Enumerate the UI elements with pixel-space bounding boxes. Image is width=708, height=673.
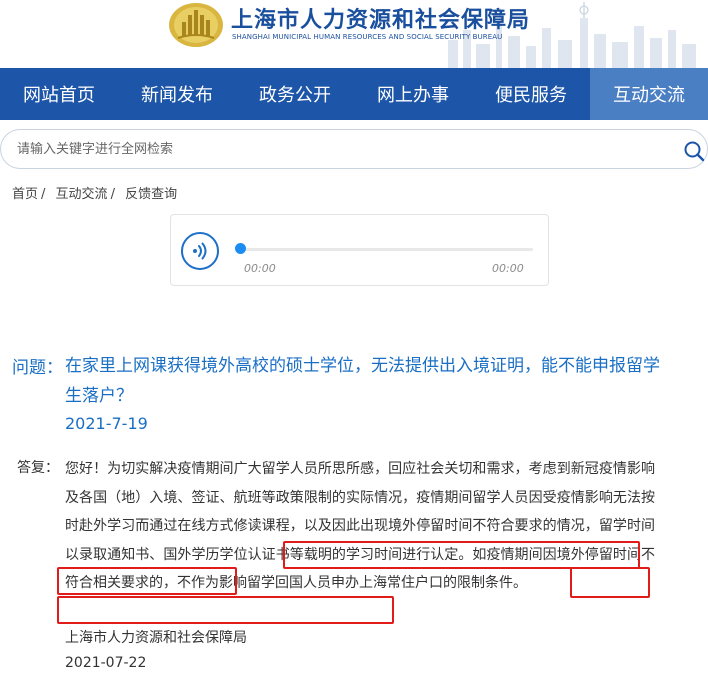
nav-item-news[interactable]: 新闻发布 xyxy=(118,68,236,120)
search-icon[interactable] xyxy=(683,140,705,162)
question-text: 在家里上网课获得境外高校的硕士学位，无法提供出入境证明，能不能申报留学生落户？ xyxy=(65,356,660,406)
audio-player: 00:00 00:00 xyxy=(170,214,549,286)
question-date: 2021-7-19 xyxy=(65,414,148,433)
answer-date: 2021-07-22 xyxy=(65,655,147,671)
search-bar xyxy=(0,129,708,169)
play-button[interactable] xyxy=(181,232,219,270)
nav-item-government-affairs[interactable]: 政务公开 xyxy=(236,68,354,120)
search-input[interactable] xyxy=(17,138,637,160)
question-label: 问题： xyxy=(12,358,63,378)
breadcrumb-home[interactable]: 首页 xyxy=(12,187,38,202)
answer-signature: 上海市人力资源和社会保障局 xyxy=(65,630,247,646)
breadcrumb-separator: / xyxy=(110,187,115,202)
main-nav: 网站首页 新闻发布 政务公开 网上办事 便民服务 互动交流 xyxy=(0,68,708,120)
nav-item-online-services[interactable]: 网上办事 xyxy=(354,68,472,120)
speaker-icon xyxy=(193,242,207,260)
site-header: 上海市人力资源和社会保障局 SHANGHAI MUNICIPAL HUMAN R… xyxy=(0,0,708,68)
nav-item-interaction[interactable]: 互动交流 xyxy=(590,68,708,120)
breadcrumb: 首页 / 互动交流 / 反馈查询 xyxy=(12,183,177,202)
site-title: 上海市人力资源和社会保障局 xyxy=(231,8,531,33)
breadcrumb-interaction[interactable]: 互动交流 xyxy=(56,187,108,202)
site-subtitle: SHANGHAI MUNICIPAL HUMAN RESOURCES AND S… xyxy=(232,33,503,41)
nav-item-public-services[interactable]: 便民服务 xyxy=(472,68,590,120)
nav-item-home[interactable]: 网站首页 xyxy=(0,68,118,120)
answer-text: 您好！为切实解决疫情期间广大留学人员所思所感，回应社会关切和需求，考虑到新冠疫情… xyxy=(65,461,655,592)
duration: 00:00 xyxy=(492,262,524,275)
progress-handle[interactable] xyxy=(235,243,246,254)
progress-track[interactable] xyxy=(243,248,533,251)
answer-label: 答复： xyxy=(17,460,59,476)
bureau-logo-icon xyxy=(169,3,223,47)
current-time: 00:00 xyxy=(244,262,276,275)
highlight-box xyxy=(57,596,394,624)
breadcrumb-separator: / xyxy=(41,187,46,202)
breadcrumb-feedback-query[interactable]: 反馈查询 xyxy=(125,187,177,202)
